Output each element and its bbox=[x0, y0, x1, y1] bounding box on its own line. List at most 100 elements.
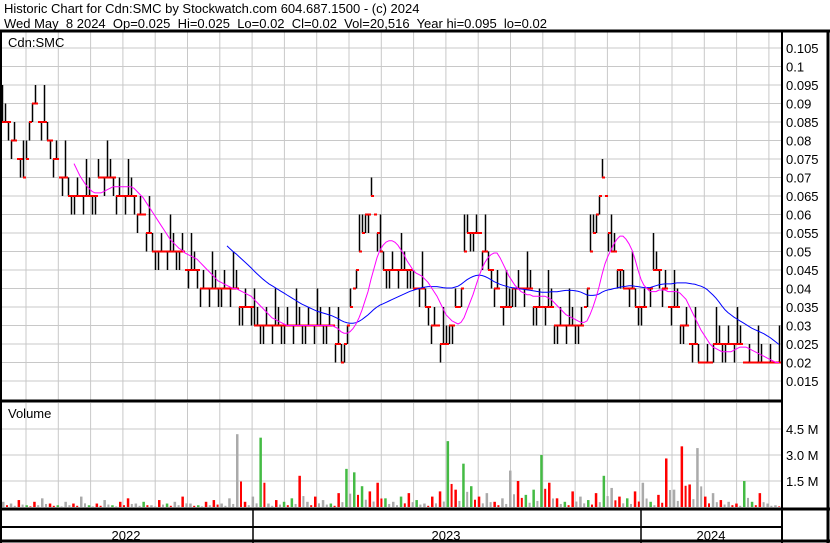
volume-bar bbox=[72, 503, 75, 507]
close-tick bbox=[713, 343, 716, 345]
volume-bar bbox=[380, 498, 383, 507]
price-panel-label: Cdn:SMC bbox=[8, 35, 64, 50]
close-tick bbox=[464, 250, 467, 253]
volume-bar bbox=[60, 506, 63, 507]
close-tick bbox=[491, 269, 494, 271]
volume-bar bbox=[665, 458, 668, 507]
close-tick bbox=[407, 269, 410, 271]
volume-bar bbox=[185, 503, 188, 507]
close-tick bbox=[92, 195, 95, 197]
close-tick bbox=[584, 306, 587, 308]
volume-bar bbox=[778, 506, 781, 507]
close-tick bbox=[221, 287, 224, 290]
close-tick bbox=[8, 121, 11, 123]
close-tick bbox=[704, 361, 707, 364]
volume-bar bbox=[318, 503, 320, 507]
volume-bar bbox=[653, 505, 656, 507]
price-tick-label: 0.015 bbox=[786, 374, 819, 389]
volume-bar bbox=[314, 496, 317, 507]
volume-bar bbox=[719, 500, 723, 507]
close-tick bbox=[176, 250, 179, 253]
close-tick bbox=[29, 121, 32, 123]
close-tick bbox=[437, 324, 440, 327]
volume-bar bbox=[743, 481, 746, 507]
price-tick-label: 0.07 bbox=[786, 171, 811, 186]
volume-bar bbox=[189, 503, 192, 507]
volume-bar bbox=[513, 494, 515, 507]
close-tick bbox=[746, 361, 749, 364]
volume-bar bbox=[84, 503, 86, 507]
close-tick bbox=[428, 306, 431, 308]
volume-bar bbox=[684, 485, 687, 507]
close-tick bbox=[494, 287, 497, 290]
close-tick bbox=[203, 287, 206, 290]
close-tick bbox=[611, 250, 614, 253]
volume-bar bbox=[610, 487, 613, 507]
close-tick bbox=[374, 213, 377, 216]
close-tick bbox=[119, 195, 122, 197]
close-tick bbox=[503, 306, 506, 308]
close-tick bbox=[545, 306, 548, 308]
volume-bar bbox=[247, 505, 250, 507]
close-tick bbox=[77, 195, 80, 197]
volume-bar bbox=[37, 505, 40, 507]
close-tick bbox=[335, 343, 338, 345]
volume-bar bbox=[123, 505, 125, 507]
close-tick bbox=[209, 287, 212, 290]
close-tick bbox=[596, 213, 599, 216]
volume-bar bbox=[583, 503, 586, 507]
close-tick bbox=[167, 250, 170, 253]
close-tick bbox=[107, 176, 110, 179]
close-tick bbox=[737, 343, 740, 345]
close-tick bbox=[701, 361, 704, 364]
close-tick bbox=[593, 232, 596, 234]
close-tick bbox=[41, 121, 44, 123]
close-tick bbox=[629, 287, 632, 290]
volume-bar bbox=[337, 493, 340, 507]
close-tick bbox=[341, 361, 344, 364]
close-tick bbox=[239, 306, 242, 308]
volume-bar bbox=[497, 505, 500, 507]
volume-bar bbox=[368, 491, 372, 507]
close-tick bbox=[641, 306, 644, 308]
close-tick bbox=[110, 176, 113, 179]
volume-bar bbox=[591, 504, 593, 507]
close-tick bbox=[569, 324, 572, 327]
volume-bar bbox=[333, 505, 336, 507]
volume-bar bbox=[458, 500, 461, 507]
year-label: 2023 bbox=[432, 528, 461, 543]
volume-bar bbox=[727, 501, 730, 507]
price-tick-label: 0.095 bbox=[786, 78, 819, 93]
volume-bar bbox=[267, 503, 270, 507]
volume-bar bbox=[474, 499, 476, 507]
close-tick bbox=[32, 102, 35, 105]
volume-bar bbox=[169, 505, 172, 507]
volume-bar bbox=[505, 503, 508, 507]
close-tick bbox=[608, 232, 611, 234]
close-tick bbox=[269, 324, 272, 327]
close-tick bbox=[674, 306, 677, 308]
close-tick bbox=[563, 324, 566, 327]
close-tick bbox=[98, 176, 101, 179]
volume-bar bbox=[138, 505, 141, 507]
volume-bar bbox=[758, 493, 762, 507]
close-tick bbox=[560, 324, 563, 327]
close-tick bbox=[38, 121, 41, 123]
close-tick bbox=[197, 269, 200, 271]
close-tick bbox=[242, 306, 245, 308]
close-tick bbox=[734, 343, 737, 345]
close-tick bbox=[104, 176, 107, 179]
price-tick-label: 0.03 bbox=[786, 319, 811, 334]
volume-bar bbox=[696, 448, 699, 507]
close-tick bbox=[371, 195, 374, 197]
volume-bar bbox=[477, 496, 481, 507]
volume-bar bbox=[688, 484, 691, 507]
volume-bar bbox=[524, 494, 528, 507]
volume-bar bbox=[532, 489, 535, 507]
volume-bar bbox=[555, 498, 559, 507]
close-tick bbox=[689, 343, 692, 345]
price-tick-label: 0.085 bbox=[786, 115, 819, 130]
close-tick bbox=[338, 343, 341, 345]
close-tick bbox=[137, 213, 140, 216]
close-tick bbox=[161, 250, 164, 253]
